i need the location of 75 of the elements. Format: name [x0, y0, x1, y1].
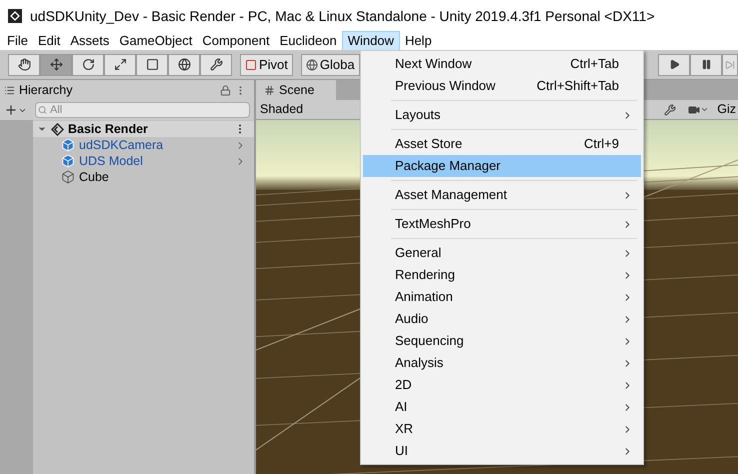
lock-icon[interactable] — [220, 84, 231, 96]
tool-button[interactable] — [200, 54, 232, 76]
rotate-tool-icon — [82, 58, 94, 71]
menu-item[interactable]: Help — [400, 32, 437, 50]
tab-label: Hierarchy — [19, 82, 72, 99]
scale-tool-icon — [114, 58, 126, 71]
tool-button[interactable] — [104, 54, 136, 76]
play-button[interactable] — [658, 54, 690, 76]
menu-item[interactable]: Euclideon — [274, 32, 342, 50]
menu-option[interactable]: UI — [363, 440, 641, 462]
hierarchy-tab[interactable]: Hierarchy — [0, 80, 254, 100]
tool-button[interactable] — [168, 54, 200, 76]
menu-option[interactable]: Analysis — [363, 352, 641, 374]
rect-tool-icon — [146, 58, 158, 71]
shading-mode[interactable]: Shaded — [260, 100, 304, 119]
global-button[interactable]: Globa — [300, 54, 360, 76]
menu-option[interactable]: XR — [363, 418, 641, 440]
gizmos-label[interactable]: Giz — [717, 100, 738, 119]
menu-item[interactable]: Window — [342, 31, 400, 51]
tool-button[interactable] — [8, 54, 40, 76]
menu-option[interactable]: Asset Management — [363, 184, 641, 206]
menu-option[interactable]: Previous Window Ctrl+Shift+Tab — [363, 75, 641, 97]
menu-option[interactable]: Package Manager — [363, 155, 641, 177]
tools-icon[interactable] — [664, 104, 676, 116]
custom-tool-icon — [210, 58, 222, 71]
pause-button[interactable] — [690, 54, 722, 76]
hand-tool-icon — [18, 58, 30, 71]
scene-tab[interactable]: Scene — [256, 80, 336, 100]
shortcut-text: Ctrl+Tab — [570, 55, 619, 74]
step-icon — [725, 60, 735, 70]
hash-icon — [264, 84, 275, 96]
menu-option[interactable]: 2D — [363, 374, 641, 396]
tree-row[interactable]: Basic Render — [33, 121, 254, 137]
move-tool-icon — [50, 58, 62, 71]
menu-option[interactable]: Audio — [363, 308, 641, 330]
search-icon — [38, 106, 47, 114]
cube-icon — [61, 170, 75, 184]
menu-item[interactable]: Edit — [32, 32, 66, 50]
shortcut-text: Ctrl+Shift+Tab — [536, 77, 619, 96]
unity-logo-icon — [8, 9, 22, 23]
tool-button[interactable] — [136, 54, 168, 76]
list-icon — [4, 84, 15, 96]
tool-button[interactable] — [72, 54, 104, 76]
transform-tool-icon — [178, 58, 190, 71]
pivot-icon — [245, 58, 257, 70]
window-title: udSDKUnity_Dev - Basic Render - PC, Mac & Linux Standalone - Unity 2019.4.3f1 Personal <DX11> — [30, 6, 655, 26]
add-icon[interactable] — [4, 103, 18, 117]
pivot-button[interactable]: Pivot — [240, 54, 293, 76]
globe-icon — [306, 58, 318, 70]
tree-label: Basic Render — [68, 121, 148, 137]
menu-item[interactable]: GameObject — [114, 32, 198, 50]
menu-item[interactable]: Assets — [65, 32, 114, 50]
tree-label: Cube — [79, 169, 109, 185]
play-icon — [668, 59, 680, 70]
tree-label: udSDKCamera — [79, 137, 164, 153]
cube-icon — [61, 154, 75, 168]
shortcut-text: Ctrl+9 — [584, 135, 619, 154]
menu-option[interactable]: Rendering — [363, 264, 641, 286]
tool-button[interactable] — [40, 54, 72, 76]
search-field[interactable]: All — [35, 102, 250, 118]
menu-option[interactable]: General — [363, 242, 641, 264]
menu-option[interactable]: AI — [363, 396, 641, 418]
menu-item[interactable]: File — [2, 32, 33, 50]
pause-icon — [700, 59, 712, 70]
menu-option[interactable]: TextMeshPro — [363, 213, 641, 235]
menu-option[interactable]: Layouts — [363, 104, 641, 126]
camera-icon[interactable] — [688, 104, 700, 116]
menu-option[interactable]: Next Window Ctrl+Tab — [363, 53, 641, 75]
menu-option[interactable]: Sequencing — [363, 330, 641, 352]
menu-option[interactable]: Asset Store Ctrl+9 — [363, 133, 641, 155]
cube-icon — [61, 138, 75, 152]
menu-item[interactable]: Component — [197, 32, 275, 50]
tree-label: UDS Model — [79, 153, 143, 169]
unity-scene-icon — [51, 122, 64, 136]
menu-option[interactable]: Animation — [363, 286, 641, 308]
